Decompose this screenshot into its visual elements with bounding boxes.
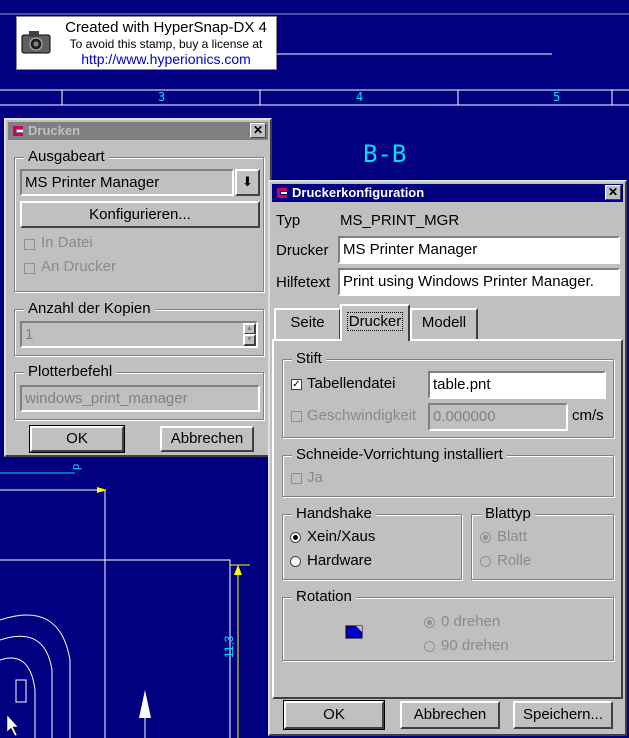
typ-value: MS_PRINT_MGR [340,212,460,229]
handshake-group [282,514,462,580]
an-drucker-checkbox[interactable] [24,263,35,274]
blattyp-blatt-label: Blatt [497,528,528,545]
drucken-close-button[interactable]: ✕ [250,123,266,138]
handshake-label: Handshake [292,505,376,522]
drucker-label: Drucker [276,242,329,259]
druckerkonfiguration-dialog: Druckerkonfiguration ✕ Typ MS_PRINT_MGR … [268,180,627,736]
drucken-cancel-button[interactable]: Abbrechen [160,426,254,452]
stamp-link[interactable]: http://www.hyperionics.com [57,51,275,67]
rotation-0-label: 0 drehen [441,613,501,630]
rotation-label: Rotation [292,588,356,605]
ruler-number-3: 3 [158,90,166,104]
an-drucker-label: An Drucker [41,258,117,275]
tabellendatei-field[interactable]: table.pnt [428,371,606,399]
drucken-dialog: Drucken ✕ Ausgabeart MS Printer Manager … [4,118,272,457]
blattyp-group [471,514,614,580]
geschwindigkeit-field[interactable]: 0.000000 [428,403,568,431]
ausgabeart-dropdown-button[interactable]: ⬇ [235,169,260,196]
ausgabeart-select[interactable]: MS Printer Manager [20,169,234,196]
plotter-label: Plotterbefehl [24,363,117,380]
drucken-ok-button[interactable]: OK [29,425,125,453]
blattyp-label: Blattyp [481,505,535,522]
typ-label: Typ [276,212,301,229]
ausgabeart-label: Ausgabeart [24,148,109,165]
blattyp-blatt-radio[interactable] [480,532,491,543]
handshake-xein-radio[interactable] [290,532,301,543]
hypersnap-stamp: Created with HyperSnap-DX 4 To avoid thi… [16,16,277,70]
ruler-number-4: 4 [356,90,364,104]
drucker-field[interactable]: MS Printer Manager [338,236,620,264]
dimension-small: p [70,463,82,470]
blattyp-rolle-label: Rolle [497,552,532,569]
konfigurieren-button[interactable]: Konfigurieren... [20,201,260,228]
konfig-close-button[interactable]: ✕ [605,185,621,200]
schneide-label: Schneide-Vorrichtung installiert [292,446,507,463]
tabellendatei-checkbox[interactable]: ✓ [291,379,302,390]
konfig-title: Druckerkonfiguration [292,185,425,200]
blattyp-rolle-radio[interactable] [480,556,491,567]
handshake-hardware-radio[interactable] [290,556,301,567]
rotation-90-radio[interactable] [424,641,435,652]
rotation-preview-icon [345,625,363,639]
hilfetext-field[interactable]: Print using Windows Printer Manager. [338,268,620,296]
drucken-title: Drucken [28,123,81,138]
section-label: B-B [363,140,407,168]
tab-drucker[interactable]: Drucker [340,304,410,341]
app-logo-icon [13,126,23,136]
tab-modell[interactable]: Modell [410,308,478,339]
rotation-90-label: 90 drehen [441,637,509,654]
schneide-ja-label: Ja [307,469,323,486]
tab-seite[interactable]: Seite [274,308,341,339]
schneide-ja-checkbox[interactable] [291,473,302,484]
kopien-down-button[interactable]: ▼ [243,334,256,346]
konfig-ok-button[interactable]: OK [283,700,385,730]
app-logo-icon [277,188,287,198]
tab-drucker-label: Drucker [346,312,404,331]
geschwindigkeit-unit: cm/s [572,407,604,424]
rotation-0-radio[interactable] [424,617,435,628]
kopien-label: Anzahl der Kopien [24,300,155,317]
geschwindigkeit-label: Geschwindigkeit [307,407,417,424]
in-datei-label: In Datei [41,234,93,251]
konfig-titlebar[interactable]: Druckerkonfiguration ✕ [272,184,623,202]
konfig-cancel-button[interactable]: Abbrechen [400,701,500,729]
handshake-xein-label: Xein/Xaus [307,528,376,545]
kopien-field[interactable]: 1 [20,321,258,348]
camera-icon [21,31,51,54]
arrow-down-icon: ⬇ [242,174,253,189]
dimension-vertical: 11,3 [222,635,236,658]
plotterbefehl-field[interactable]: windows_print_manager [20,385,260,412]
stamp-line-2: To avoid this stamp, buy a license at [69,37,263,51]
tabellendatei-label: Tabellendatei [307,375,396,392]
drucken-titlebar[interactable]: Drucken ✕ [8,122,268,140]
stamp-line-1: Created with HyperSnap-DX 4 [65,19,267,36]
ruler-number-5: 5 [553,90,561,104]
geschwindigkeit-checkbox[interactable] [291,411,302,422]
in-datei-checkbox[interactable] [24,239,35,250]
handshake-hardware-label: Hardware [307,552,373,569]
hilfetext-label: Hilfetext [276,274,331,291]
konfig-save-button[interactable]: Speichern... [513,701,613,729]
stift-label: Stift [292,350,326,367]
